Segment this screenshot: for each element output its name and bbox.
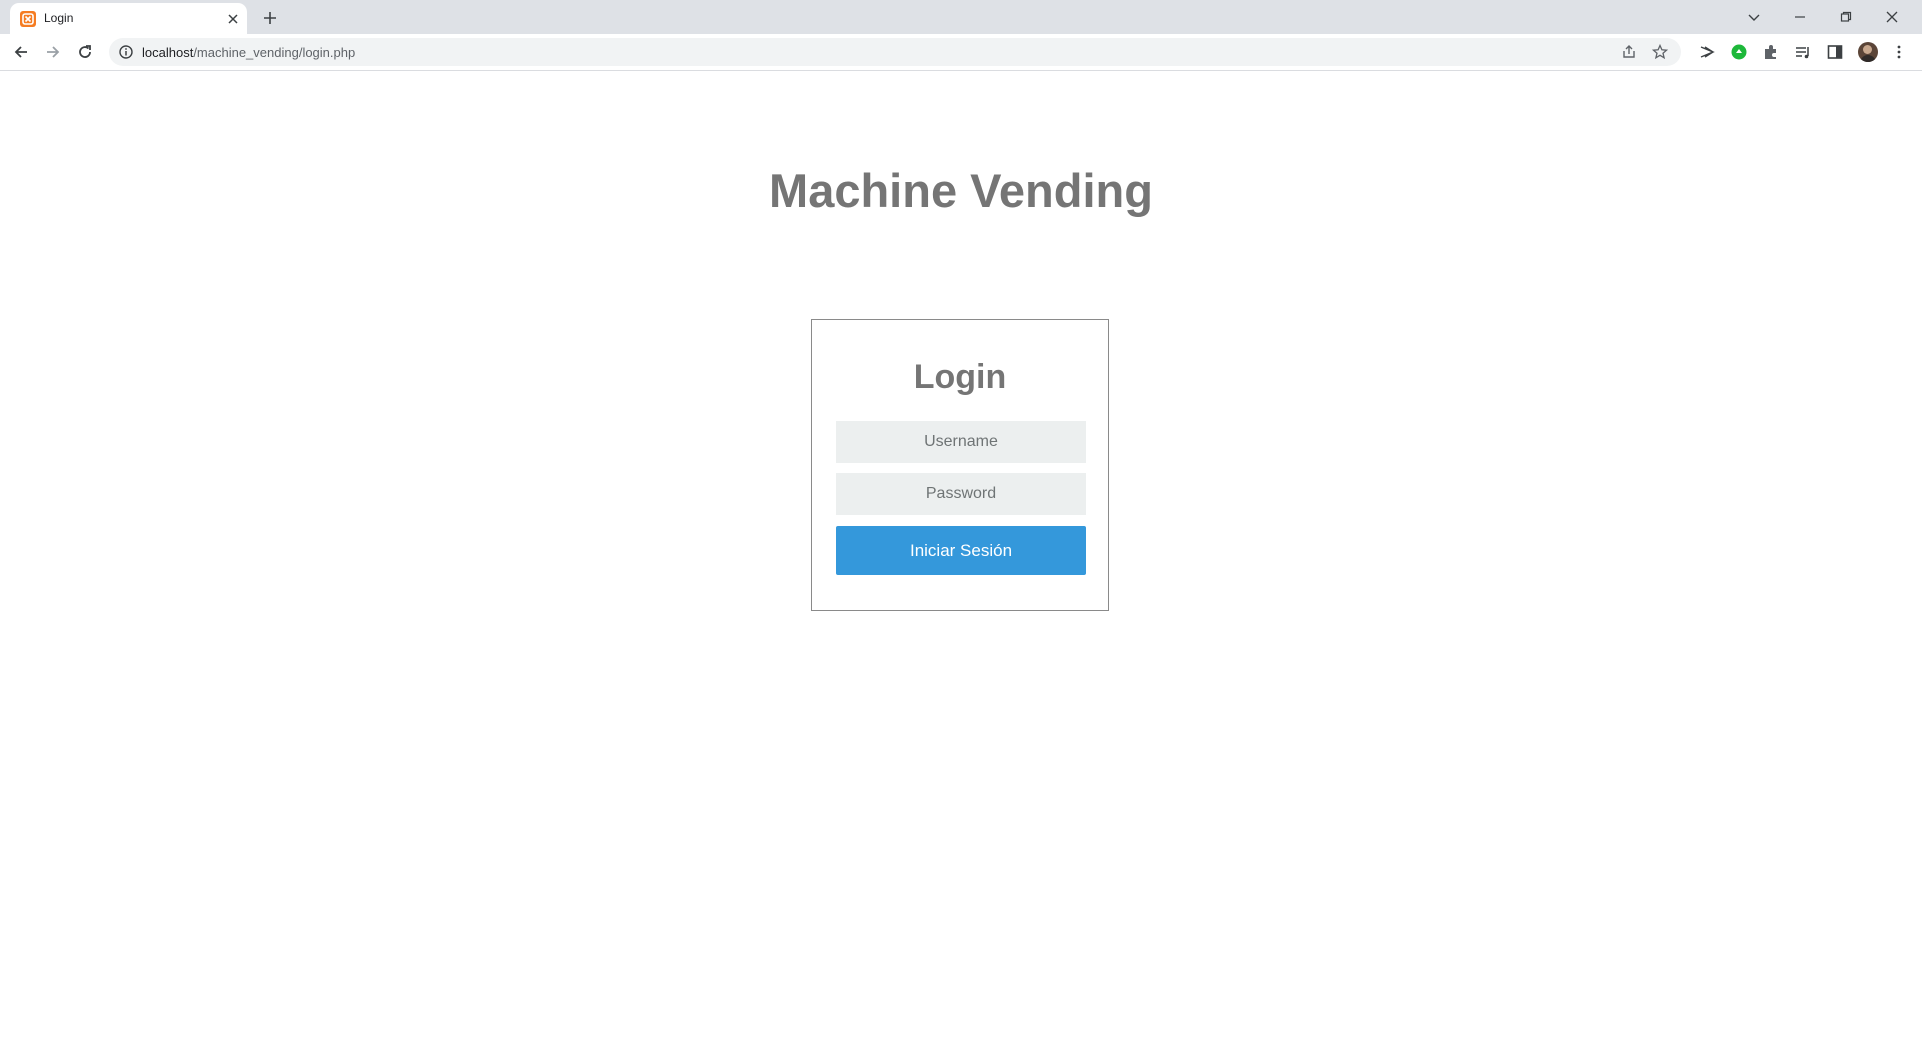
- url-host: localhost: [142, 45, 194, 60]
- close-icon[interactable]: [224, 10, 242, 28]
- page-content: Machine Vending Login Iniciar Sesión: [0, 71, 1922, 1052]
- restore-icon[interactable]: [1835, 6, 1857, 28]
- browser-tab-strip: Login: [0, 0, 1922, 34]
- share-icon[interactable]: [1621, 44, 1637, 60]
- green-extension-icon[interactable]: [1731, 44, 1747, 60]
- close-window-icon[interactable]: [1881, 6, 1903, 28]
- url-path: /machine_vending/login.php: [193, 45, 356, 60]
- puzzle-icon[interactable]: [1763, 44, 1779, 60]
- reading-list-icon[interactable]: [1795, 44, 1811, 60]
- login-heading: Login: [913, 358, 1007, 396]
- address-bar[interactable]: localhost/machine_vending/login.php: [109, 38, 1681, 66]
- browser-toolbar: localhost/machine_vending/login.php: [0, 34, 1922, 71]
- username-input[interactable]: [836, 421, 1086, 463]
- arrow-left-icon[interactable]: [9, 40, 33, 64]
- login-form: Login Iniciar Sesión: [811, 319, 1109, 611]
- star-icon[interactable]: [1652, 44, 1668, 60]
- info-icon[interactable]: [119, 45, 133, 59]
- reload-icon[interactable]: [73, 40, 97, 64]
- avatar-head: [1863, 45, 1872, 54]
- tab-search-icon[interactable]: [1743, 6, 1765, 28]
- new-tab-button[interactable]: [259, 7, 281, 29]
- kebab-menu-icon[interactable]: [1891, 44, 1907, 60]
- arrow-right-icon[interactable]: [41, 40, 65, 64]
- send-extension-icon[interactable]: [1699, 44, 1715, 60]
- url-text[interactable]: localhost/machine_vending/login.php: [142, 45, 355, 60]
- tab-title: Login: [44, 11, 74, 25]
- login-button[interactable]: Iniciar Sesión: [836, 526, 1086, 575]
- page-title: Machine Vending: [769, 164, 1153, 217]
- minimize-icon[interactable]: [1789, 6, 1811, 28]
- xampp-favicon-icon: [20, 11, 36, 27]
- password-input[interactable]: [836, 473, 1086, 515]
- avatar-body: [1860, 55, 1876, 62]
- avatar[interactable]: [1858, 42, 1878, 62]
- browser-tab[interactable]: Login: [10, 3, 247, 34]
- side-panel-icon[interactable]: [1827, 44, 1843, 60]
